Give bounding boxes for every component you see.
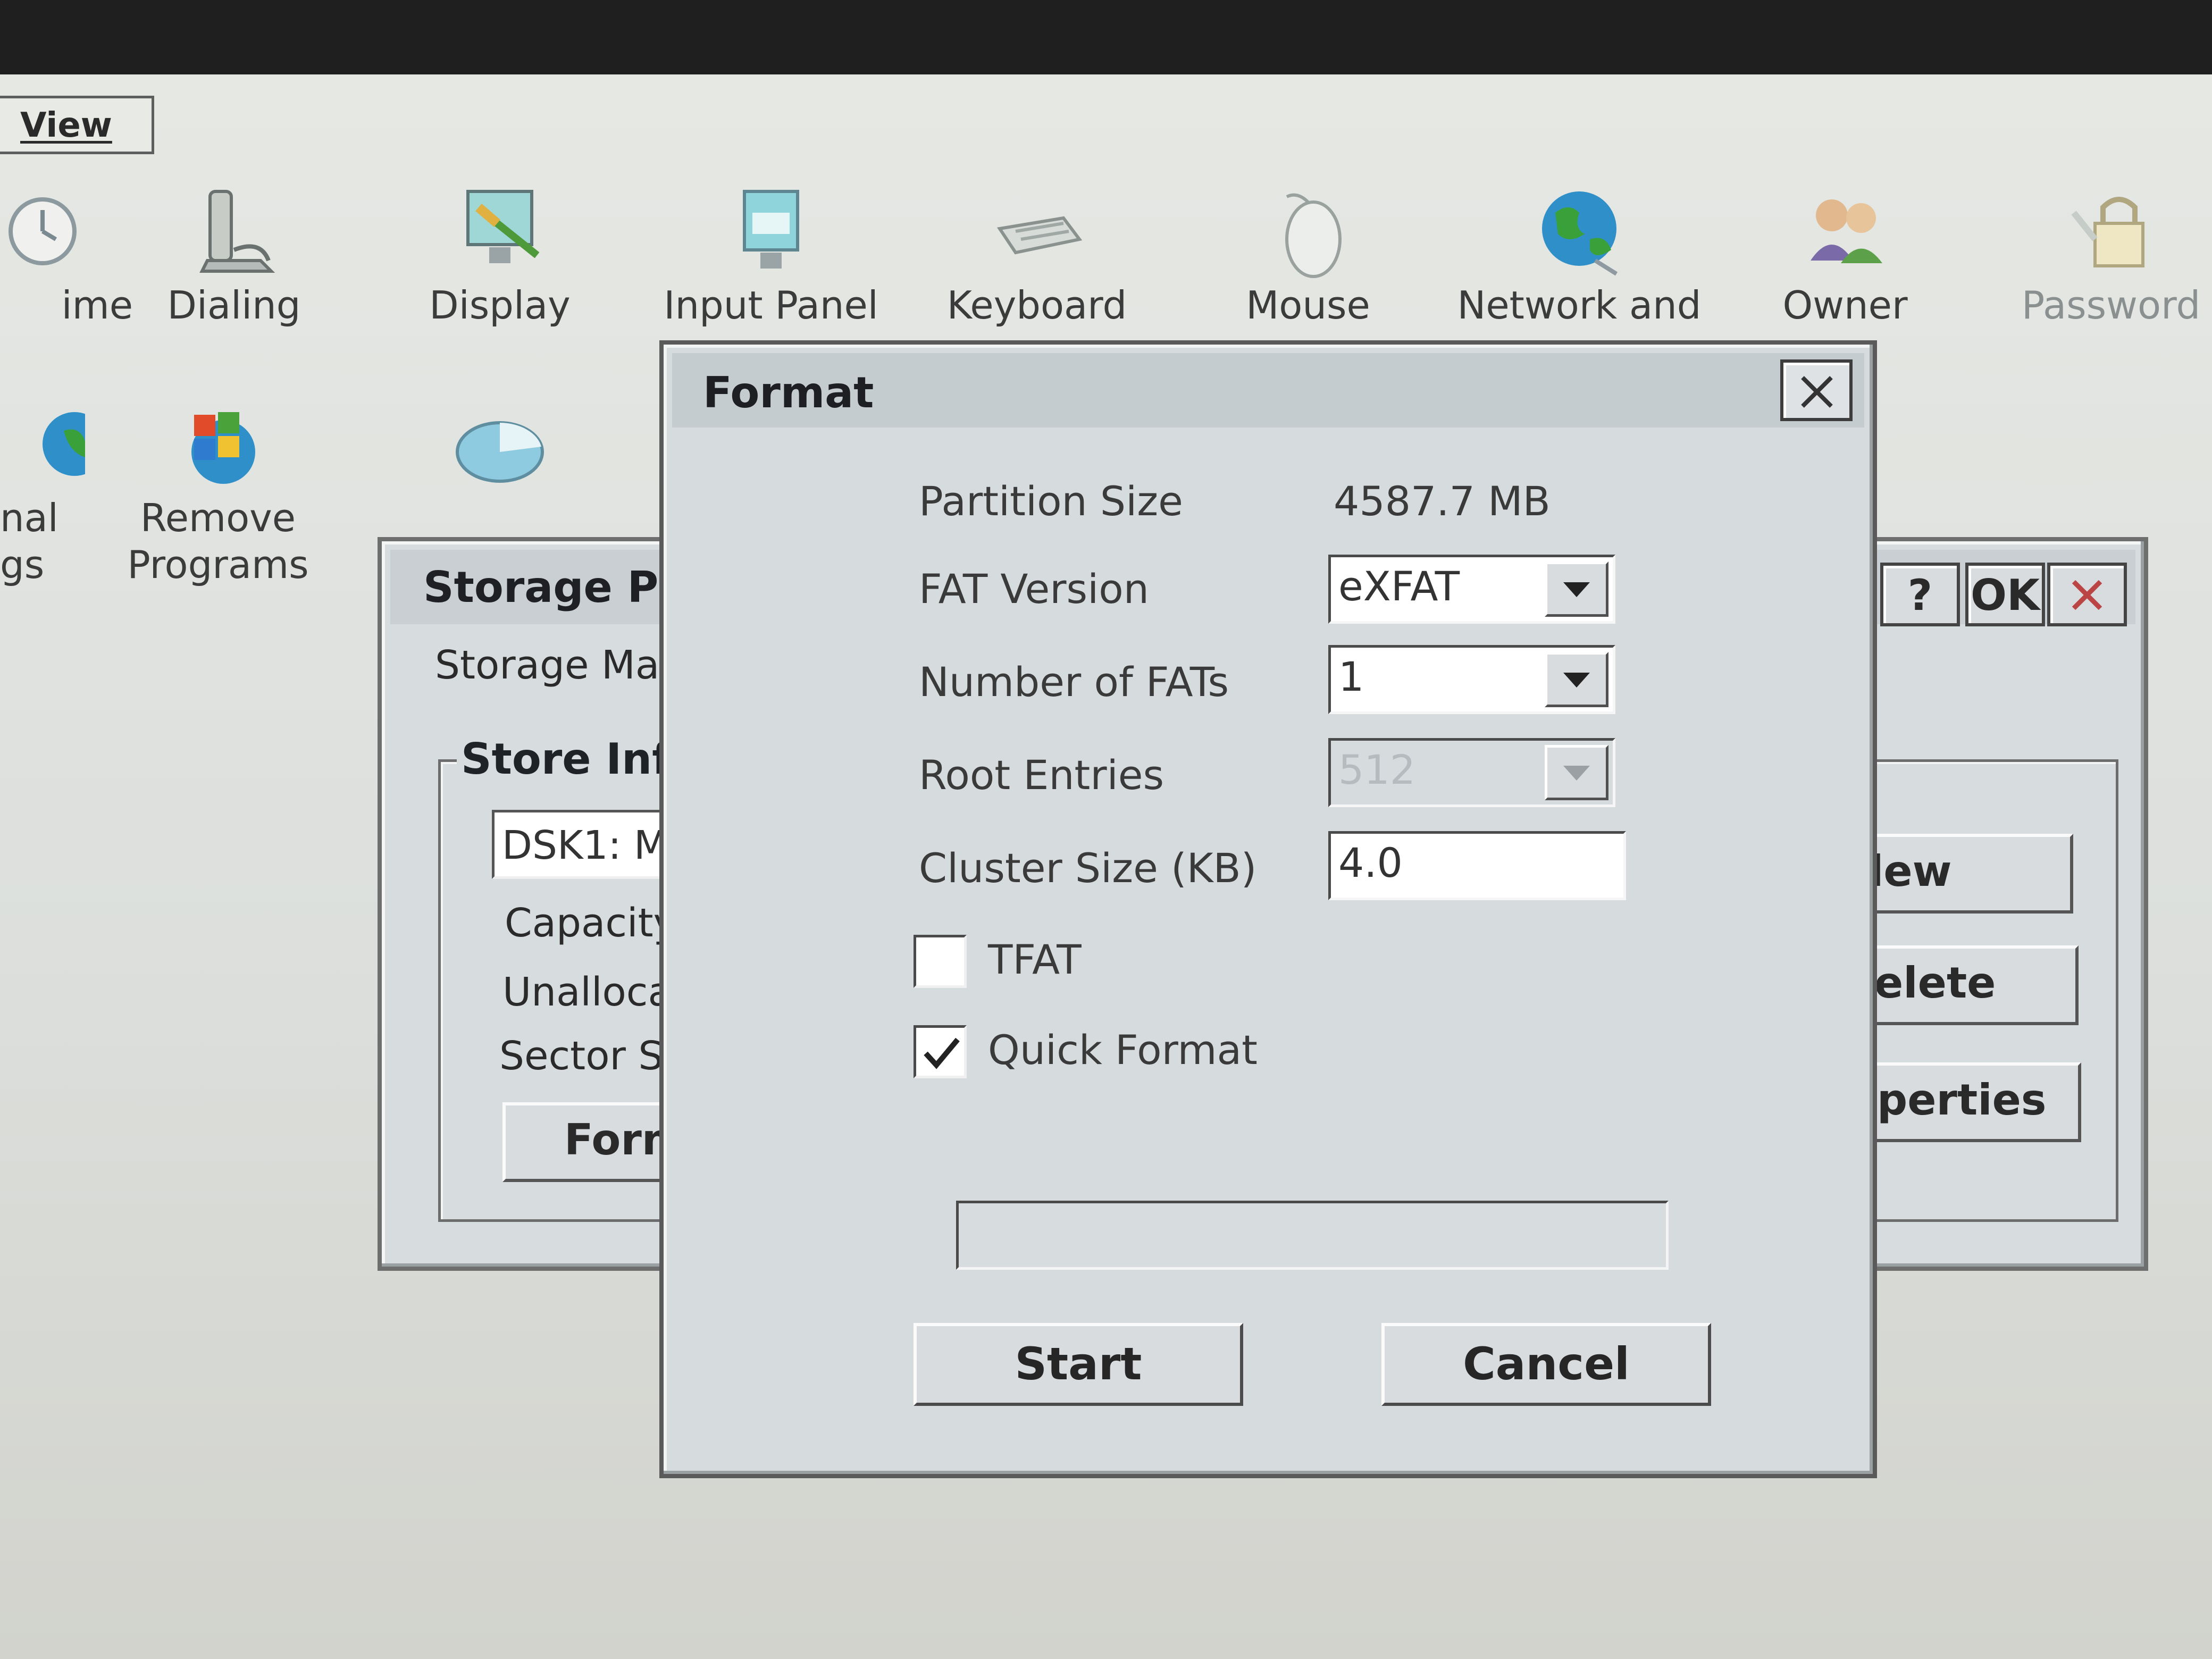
format-close-button[interactable] <box>1780 359 1853 421</box>
storage-close-button[interactable] <box>2047 563 2127 626</box>
tfat-checkbox[interactable] <box>914 935 967 988</box>
help-button[interactable]: ? <box>1880 563 1960 626</box>
number-of-fats-label: Number of FATs <box>919 658 1229 706</box>
fat-version-value: eXFAT <box>1338 563 1460 610</box>
cp-item-network[interactable]: Network and <box>1457 181 1702 329</box>
format-dialog: Format Partition Size 4587.7 MB FAT Vers… <box>659 340 1877 1478</box>
checkmark-icon <box>924 1037 960 1069</box>
new-partition-button[interactable]: lew <box>1850 834 2073 914</box>
root-entries-dropdown-button <box>1545 745 1608 800</box>
storage-header-text: Storage Man <box>435 642 685 688</box>
cp-item-remove-programs[interactable]: Remove Programs <box>96 393 340 588</box>
storage-manager-icon <box>456 421 544 483</box>
menu-view[interactable]: View <box>20 106 112 145</box>
display-icon <box>466 190 540 263</box>
cluster-size-value: 4.0 <box>1338 839 1403 886</box>
cluster-size-label: Cluster Size (KB) <box>919 844 1257 892</box>
cp-item-storage-manager[interactable] <box>378 393 622 495</box>
delete-partition-button[interactable]: elete <box>1855 945 2079 1025</box>
fat-version-select[interactable]: eXFAT <box>1328 555 1615 624</box>
fat-version-dropdown-button[interactable] <box>1545 562 1608 617</box>
fat-version-label: FAT Version <box>919 565 1149 613</box>
partition-size-label: Partition Size <box>919 477 1183 525</box>
number-of-fats-value: 1 <box>1338 653 1364 700</box>
password-lock-icon <box>2071 197 2144 267</box>
properties-button[interactable]: perties <box>1858 1062 2081 1142</box>
cancel-button[interactable]: Cancel <box>1381 1323 1711 1406</box>
number-of-fats-dropdown-button[interactable] <box>1545 652 1608 707</box>
partition-size-value: 4587.7 MB <box>1334 477 1551 525</box>
clock-icon <box>9 197 77 265</box>
root-entries-select: 512 <box>1328 738 1615 807</box>
regional-icon <box>43 412 85 476</box>
format-title-bar: Format <box>672 353 1864 428</box>
format-title: Format <box>703 368 874 417</box>
desktop-screen: View ime Dialing Display Input Panel Key… <box>0 74 2212 1659</box>
cp-item-owner[interactable]: Owner <box>1723 181 1967 329</box>
chevron-down-icon <box>1563 766 1590 781</box>
keyboard-icon <box>996 216 1083 255</box>
cp-item-password[interactable]: Password <box>1989 181 2212 329</box>
cp-item-keyboard[interactable]: Keyboard <box>915 181 1159 329</box>
root-entries-label: Root Entries <box>919 751 1164 799</box>
close-icon <box>2072 580 2102 610</box>
input-panel-icon <box>743 190 799 269</box>
quick-format-label: Quick Format <box>988 1026 1258 1074</box>
number-of-fats-select[interactable]: 1 <box>1328 645 1615 714</box>
cp-item-display[interactable]: Display <box>378 181 622 329</box>
phone-icon <box>199 190 275 273</box>
format-progress-bar <box>956 1201 1669 1270</box>
cp-item-input-panel[interactable]: Input Panel <box>649 181 893 329</box>
quick-format-checkbox[interactable] <box>914 1025 967 1078</box>
chevron-down-icon <box>1563 582 1590 597</box>
mouse-icon <box>1285 193 1342 278</box>
network-globe-icon <box>1542 191 1618 276</box>
chevron-down-icon <box>1563 673 1590 688</box>
sector-size-label: Sector S <box>499 1033 664 1079</box>
ok-button[interactable]: OK <box>1965 563 2045 626</box>
menu-bar: View <box>0 96 154 154</box>
close-icon <box>1801 376 1833 408</box>
cp-item-mouse[interactable]: Mouse <box>1186 181 1430 329</box>
root-entries-value: 512 <box>1338 746 1416 793</box>
tfat-label: TFAT <box>988 936 1082 983</box>
owner-icon <box>1811 199 1882 263</box>
cp-item-dialing[interactable]: Dialing <box>112 181 356 329</box>
cluster-size-field[interactable]: 4.0 <box>1328 831 1626 900</box>
store-info-label: Store Inf <box>457 734 675 784</box>
remove-programs-icon <box>191 412 255 484</box>
start-button[interactable]: Start <box>914 1323 1243 1406</box>
